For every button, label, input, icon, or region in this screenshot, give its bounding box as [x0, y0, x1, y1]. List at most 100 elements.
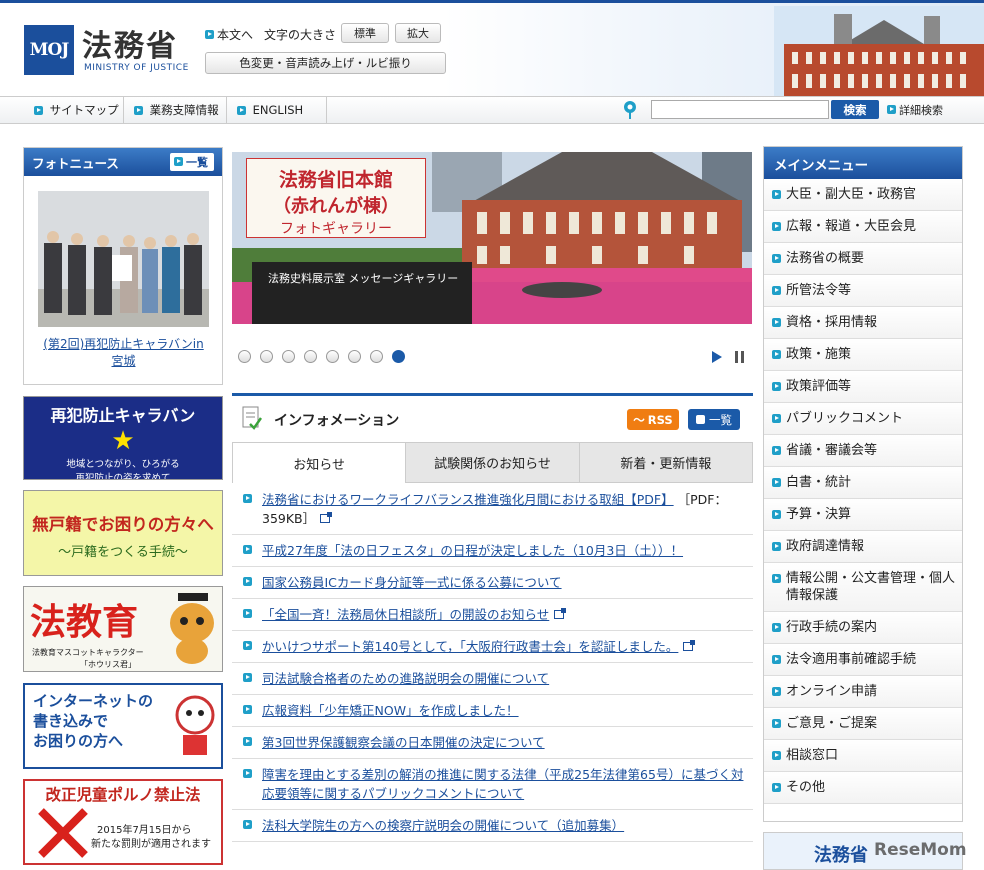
menu-item[interactable]: 所管法令等 — [764, 275, 962, 307]
tab-notices[interactable]: お知らせ — [232, 442, 407, 483]
skip-label: 本文へ — [217, 28, 254, 42]
prohibited-x-icon — [38, 808, 88, 858]
slide-subtitle: （赤れんが棟） — [273, 196, 399, 217]
news-link[interactable]: 法科大学院生の方への検察庁説明会の開催について（追加募集） — [262, 818, 624, 833]
news-link[interactable]: 障害を理由とする差別の解消の推進に関する法律（平成25年法律第65号）に基づく対… — [262, 767, 743, 801]
menu-item[interactable]: 資格・採用情報 — [764, 307, 962, 339]
banner-recidivism-caravan[interactable]: 再犯防止キャラバン ★ 地域とつながり、ひろがる 再犯防止の姿を求めて — [23, 396, 223, 480]
news-link[interactable]: かいけつサポート第140号として，「大阪府行政書士会」を認証しました。 — [262, 639, 678, 654]
skip-to-content-link[interactable]: 本文へ — [205, 26, 253, 43]
slide-sign-text: 法務史料展示室 メッセージギャラリー — [268, 272, 459, 285]
information-list-button[interactable]: 一覧 — [688, 409, 740, 430]
tab-new-updates[interactable]: 新着・更新情報 — [579, 442, 753, 483]
external-link-icon — [554, 608, 567, 619]
nav-sitemap[interactable]: サイトマップ — [24, 97, 124, 123]
news-link[interactable]: 広報資料「少年矯正NOW」を作成しました！ — [262, 703, 519, 718]
banner-text: 新たな罰則が適用されます — [91, 839, 211, 850]
rss-icon: 〜 — [633, 412, 645, 427]
slider-dot[interactable] — [370, 350, 383, 363]
slider-dot-active[interactable] — [392, 350, 405, 363]
arrow-icon — [772, 190, 781, 199]
watermark-logo: ReseMom — [874, 840, 967, 860]
arrow-icon — [772, 655, 781, 664]
banner-law-education[interactable]: 法教育 法教育マスコットキャラクター 「ホウリス君」 — [23, 586, 223, 672]
menu-item-label: 情報公開・公文書管理・個人情報保護 — [786, 571, 956, 603]
menu-item[interactable]: 大臣・副大臣・政務官 — [764, 179, 962, 211]
menu-item[interactable]: 省議・審議会等 — [764, 435, 962, 467]
news-link[interactable]: 「全国一斉！法務局休日相談所」の開設のお知らせ — [262, 607, 549, 622]
tab-exam-notices[interactable]: 試験関係のお知らせ — [406, 442, 580, 483]
menu-item-label: 省議・審議会等 — [786, 443, 878, 458]
nav-english[interactable]: ENGLISH — [227, 97, 327, 123]
slider-dot[interactable] — [238, 350, 251, 363]
banner-text: 再犯防止の姿を求めて — [75, 473, 171, 480]
accessibility-button[interactable]: 色変更・音声読み上げ・ルビ振り — [205, 52, 446, 74]
banner-text: 地域とつながり、ひろがる — [66, 459, 180, 470]
arrow-icon — [772, 286, 781, 295]
information-panel: インフォメーション 〜 RSS 一覧 お知らせ 試験関係のお知らせ 新着・更新情報… — [232, 393, 753, 870]
menu-item[interactable]: 政策評価等 — [764, 371, 962, 403]
arrow-icon — [772, 574, 781, 583]
menu-item[interactable]: 情報公開・公文書管理・個人情報保護 — [764, 563, 962, 612]
arrow-icon — [772, 318, 781, 327]
news-link[interactable]: 第3回世界保護観察会議の日本開催の決定について — [262, 735, 545, 750]
menu-item[interactable]: パブリックコメント — [764, 403, 962, 435]
news-item: 法科大学院生の方への検察庁説明会の開催について（追加募集） — [232, 810, 753, 842]
search-button[interactable]: 検索 — [831, 100, 879, 119]
photo-news-caption-link[interactable]: (第2回)再犯防止キャラバンin 宮城 — [38, 336, 209, 370]
font-size-large-button[interactable]: 拡大 — [395, 23, 441, 43]
menu-item[interactable]: オンライン申請 — [764, 676, 962, 708]
menu-item[interactable]: 政策・施策 — [764, 339, 962, 371]
menu-item[interactable]: 政府調達情報 — [764, 531, 962, 563]
information-header: インフォメーション 〜 RSS 一覧 — [232, 396, 753, 440]
news-link[interactable]: 国家公務員ICカード身分証等一式に係る公募について — [262, 575, 562, 590]
arrow-icon — [174, 157, 183, 166]
arrow-icon — [243, 545, 252, 554]
menu-item[interactable]: 行政手続の案内 — [764, 612, 962, 644]
menu-item-label: 政策・施策 — [786, 347, 852, 362]
arrow-icon — [243, 769, 252, 778]
site-name[interactable]: 法務省 — [82, 21, 178, 65]
slider-dot[interactable] — [260, 350, 273, 363]
moj-logo[interactable]: MOJ — [24, 25, 74, 75]
menu-item[interactable]: ご意見・ご提案 — [764, 708, 962, 740]
banner-text: 「ホウリス君」 — [80, 660, 136, 669]
mascot-icon — [175, 695, 215, 755]
menu-item[interactable]: 相談窓口 — [764, 740, 962, 772]
menu-item[interactable]: 広報・報道・大臣会見 — [764, 211, 962, 243]
slider-dot[interactable] — [304, 350, 317, 363]
rss-button[interactable]: 〜 RSS — [627, 409, 679, 430]
news-link[interactable]: 法務省におけるワークライフバランス推進強化月間における取組【PDF】 — [262, 492, 674, 507]
menu-item-label: 白書・統計 — [786, 475, 852, 490]
menu-item[interactable]: 白書・統計 — [764, 467, 962, 499]
menu-item[interactable]: 法令適用事前確認手続 — [764, 644, 962, 676]
slider-dot[interactable] — [348, 350, 361, 363]
banner-title: 法教育 — [30, 601, 139, 643]
menu-item[interactable]: その他 — [764, 772, 962, 804]
menu-item-label: 広報・報道・大臣会見 — [786, 219, 917, 234]
advanced-search-link[interactable]: 詳細検索 — [887, 102, 943, 118]
slider-dot[interactable] — [326, 350, 339, 363]
nav-service-disruption[interactable]: 業務支障情報 — [124, 97, 227, 123]
photo-gallery-slider[interactable]: 法務省旧本館 （赤れんが棟） フォトギャラリー 法務史料展示室 メッセージギャラ… — [232, 152, 752, 324]
list-label: 一覧 — [709, 412, 732, 427]
menu-item-label: オンライン申請 — [786, 684, 878, 699]
play-icon[interactable] — [712, 351, 722, 363]
arrow-icon — [772, 446, 781, 455]
banner-child-porn-law[interactable]: 改正児童ポルノ禁止法 2015年7月15日から 新たな罰則が適用されます — [23, 779, 223, 865]
information-title: インフォメーション — [274, 413, 400, 429]
menu-item[interactable]: 法務省の概要 — [764, 243, 962, 275]
menu-item[interactable]: 予算・決算 — [764, 499, 962, 531]
list-icon — [696, 415, 705, 424]
news-link[interactable]: 平成27年度「法の日フェスタ」の日程が決定しました（10月3日（土））！ — [262, 543, 683, 558]
photo-news-image[interactable] — [38, 191, 209, 327]
font-size-standard-button[interactable]: 標準 — [341, 23, 389, 43]
banner-internet-posts[interactable]: インターネットの 書き込みで お困りの方へ — [23, 683, 223, 769]
search-input[interactable] — [651, 100, 829, 119]
logo-mark: MOJ — [29, 40, 70, 60]
photo-news-list-button[interactable]: 一覧 — [170, 153, 214, 171]
banner-no-family-register[interactable]: 無戸籍でお困りの方々へ ～戸籍をつくる手続～ — [23, 490, 223, 576]
pause-icon[interactable] — [735, 351, 744, 363]
slider-dot[interactable] — [282, 350, 295, 363]
news-link[interactable]: 司法試験合格者のための進路説明会の開催について — [262, 671, 549, 686]
